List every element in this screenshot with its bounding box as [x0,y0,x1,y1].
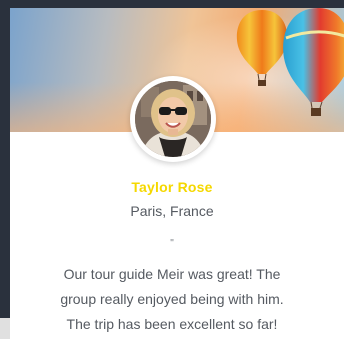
quote-mark: " [170,238,174,249]
testimonial-text: Our tour guide Meir was great! The group… [60,266,284,332]
avatar-photo [135,81,211,157]
reviewer-location: Paris, France [130,203,214,219]
person-photo-icon [135,81,211,157]
avatar [130,76,216,162]
reviewer-name: Taylor Rose [131,179,213,195]
hot-air-balloon-icon [283,8,344,116]
